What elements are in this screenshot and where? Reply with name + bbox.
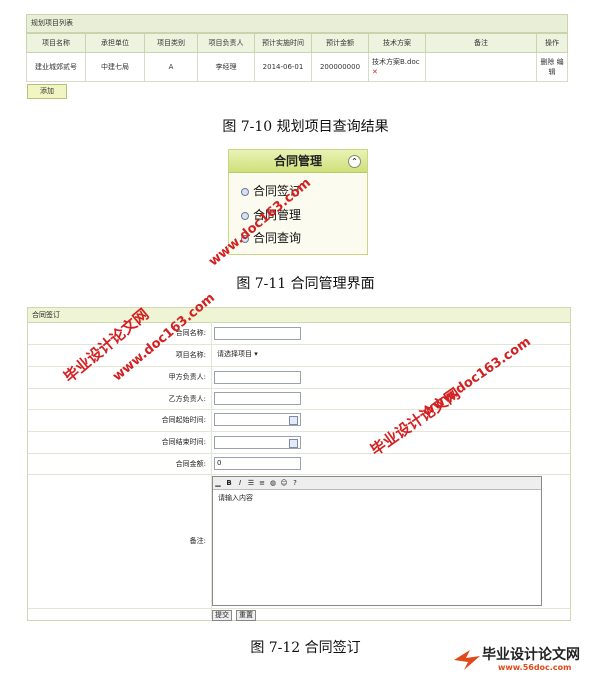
reset-button[interactable]: 重置 — [236, 610, 256, 621]
party-a-input[interactable] — [214, 371, 301, 384]
figure-caption-7-10: 图 7-10 规划项目查询结果 — [222, 119, 389, 135]
project-select[interactable]: 请选择项目 ▾ — [214, 348, 258, 361]
editor-toolbar: ▁ B I ☰ ≡ ◍ ☺? — [213, 477, 541, 490]
party-b-input[interactable] — [214, 392, 301, 405]
cell-ops[interactable]: 删除 编辑 — [536, 52, 568, 82]
amount-input[interactable]: 0 — [214, 457, 301, 470]
row-start-time: 合同起始时间: — [28, 409, 570, 432]
col-header: 项目名称 — [26, 33, 86, 53]
emoticon-icon[interactable]: ☺ — [279, 477, 289, 489]
rich-text-editor[interactable]: ▁ B I ☰ ≡ ◍ ☺? 请输入内容 — [212, 476, 542, 606]
label-amount: 合同金额: — [175, 460, 206, 468]
delete-file-icon[interactable]: ✕ — [372, 68, 378, 76]
contract-name-input[interactable] — [214, 327, 301, 340]
submit-button[interactable]: 提交 — [212, 610, 232, 621]
site-logo: 毕业设计论文网 www.56doc.com — [452, 642, 610, 676]
logo-text-url: www.56doc.com — [498, 663, 572, 672]
cell-manager: 李经理 — [197, 52, 255, 82]
col-header: 项目负责人 — [197, 33, 255, 53]
source-icon[interactable]: ▁ — [213, 477, 223, 489]
editor-content[interactable]: 请输入内容 — [213, 490, 541, 506]
cell-category: A — [144, 52, 198, 82]
logo-arrow-icon — [454, 650, 480, 670]
cell-amount: 200000000 — [311, 52, 369, 82]
file-link[interactable]: 技术方案B.doc — [372, 58, 420, 66]
row-amount: 合同金额: 0 — [28, 453, 570, 475]
unordered-list-icon[interactable]: ≡ — [257, 477, 267, 489]
italic-icon[interactable]: I — [235, 477, 245, 489]
end-time-input[interactable] — [214, 436, 301, 449]
cell-time: 2014-06-01 — [254, 52, 312, 82]
col-header: 操作 — [536, 33, 568, 53]
menu-item-label: 合同查询 — [253, 231, 302, 245]
label-end-time: 合同结束时间: — [161, 438, 206, 446]
row-end-time: 合同结束时间: — [28, 431, 570, 454]
logo-text-cn: 毕业设计论文网 — [482, 647, 580, 663]
col-header: 备注 — [425, 33, 537, 53]
image-icon[interactable]: ◍ — [268, 477, 278, 489]
calendar-icon[interactable] — [289, 416, 298, 425]
row-party-b: 乙方负责人: — [28, 388, 570, 410]
collapse-icon[interactable]: ⌃ — [348, 155, 361, 168]
start-time-input[interactable] — [214, 413, 301, 426]
label-remark: 备注: — [189, 537, 206, 545]
project-select-value: 请选择项目 — [217, 350, 252, 358]
col-header: 预计实施时间 — [254, 33, 312, 53]
cell-remark — [425, 52, 537, 82]
help-icon[interactable]: ? — [290, 477, 300, 489]
figure-caption-7-11: 图 7-11 合同管理界面 — [236, 276, 375, 292]
label-start-time: 合同起始时间: — [161, 416, 206, 424]
cell-name: 建业城郊贰号 — [26, 52, 86, 82]
cell-file: 技术方案B.doc ✕ — [368, 52, 426, 82]
bullet-icon — [241, 211, 249, 220]
bullet-icon — [241, 187, 249, 196]
panel-title: 合同管理 — [273, 154, 322, 168]
panel-header: 合同管理 ⌃ — [229, 150, 367, 173]
calendar-icon[interactable] — [289, 439, 298, 448]
bold-icon[interactable]: B — [224, 477, 234, 489]
form-header: 合同签订 — [28, 308, 570, 323]
table-row: 建业城郊贰号 中建七局 A 李经理 2014-06-01 200000000 技… — [26, 52, 568, 82]
col-header: 承担单位 — [85, 33, 145, 53]
table-header-row: 项目名称 承担单位 项目类别 项目负责人 预计实施时间 预计金额 技术方案 备注… — [26, 33, 568, 53]
col-header: 技术方案 — [368, 33, 426, 53]
col-header: 预计金额 — [311, 33, 369, 53]
label-party-b: 乙方负责人: — [168, 395, 206, 403]
cell-unit: 中建七局 — [85, 52, 145, 82]
table-caption: 规划项目列表 — [26, 14, 568, 33]
col-header: 项目类别 — [144, 33, 198, 53]
add-button[interactable]: 添加 — [27, 84, 67, 99]
chevron-down-icon: ▾ — [254, 350, 258, 358]
label-project-name: 项目名称: — [175, 351, 206, 359]
project-list-table: 规划项目列表 项目名称 承担单位 项目类别 项目负责人 预计实施时间 预计金额 … — [26, 14, 568, 82]
ordered-list-icon[interactable]: ☰ — [246, 477, 256, 489]
